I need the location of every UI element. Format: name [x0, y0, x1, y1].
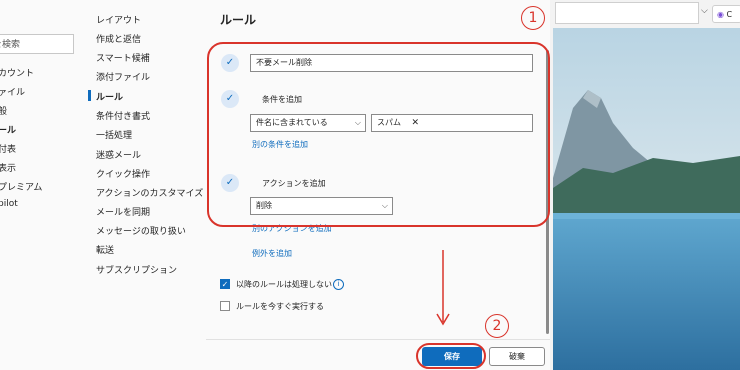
- stop-processing-label: 以降のルールは処理しない: [236, 280, 332, 289]
- info-icon[interactable]: i: [333, 279, 344, 290]
- nav-item-quick-steps[interactable]: クイック操作: [96, 167, 150, 180]
- copilot-button[interactable]: ◉ C: [712, 5, 740, 23]
- nav-item-conditional-formatting[interactable]: 条件付き書式: [96, 109, 150, 122]
- annotation-highlight-box: [207, 42, 550, 227]
- nav-active-indicator: [88, 90, 91, 101]
- stop-processing-checkbox[interactable]: ✓: [220, 279, 230, 289]
- annotation-save-highlight: [416, 343, 486, 369]
- left-item-general[interactable]: 般: [0, 104, 7, 117]
- left-item-premium[interactable]: プレミアム: [0, 180, 42, 193]
- nav-item-message-handling[interactable]: メッセージの取り扱い: [96, 224, 186, 237]
- nav-item-customize-actions[interactable]: アクションのカスタマイズ: [96, 186, 203, 199]
- nav-item-smart-suggestions[interactable]: スマート候補: [96, 51, 150, 64]
- nav-item-forwarding[interactable]: 転送: [96, 243, 114, 256]
- left-item-calendar[interactable]: 付表: [0, 142, 16, 155]
- address-bar[interactable]: [555, 2, 699, 24]
- nav-item-sync-email[interactable]: メールを同期: [96, 205, 150, 218]
- nav-item-layout[interactable]: レイアウト: [96, 13, 141, 26]
- settings-nav: レイアウト 作成と返信 スマート候補 添付ファイル ルール 条件付き書式 一括処…: [80, 0, 206, 370]
- chevron-down-icon[interactable]: ⌵: [701, 6, 708, 16]
- annotation-arrow-icon: [436, 250, 450, 326]
- nav-item-sweep[interactable]: 一括処理: [96, 128, 132, 141]
- left-item-people[interactable]: 表示: [0, 161, 16, 174]
- footer-divider: [206, 339, 550, 340]
- run-now-label: ルールを今すぐ実行する: [236, 302, 324, 311]
- left-item-mail[interactable]: ール: [0, 123, 16, 136]
- nav-item-attachments[interactable]: 添付ファイル: [96, 70, 150, 83]
- left-item-account[interactable]: カウント: [0, 66, 34, 79]
- discard-button[interactable]: 破棄: [489, 347, 545, 366]
- landscape-wallpaper: [553, 28, 740, 370]
- search-input[interactable]: を検索: [0, 34, 74, 54]
- left-item-copilot[interactable]: pilot: [0, 199, 18, 209]
- copilot-icon: ◉: [717, 10, 724, 19]
- copilot-label: C: [723, 10, 733, 19]
- page-title: ルール: [220, 13, 257, 27]
- add-exception-link[interactable]: 例外を追加: [252, 248, 292, 259]
- nav-item-rules[interactable]: ルール: [96, 90, 123, 103]
- left-item-file[interactable]: ァイル: [0, 85, 25, 98]
- nav-item-subscriptions[interactable]: サブスクリプション: [96, 263, 177, 276]
- annotation-number-2: 2: [485, 314, 509, 338]
- nav-item-junk-mail[interactable]: 迷惑メール: [96, 148, 141, 161]
- annotation-number-1: 1: [521, 6, 545, 30]
- nav-item-compose[interactable]: 作成と返信: [96, 32, 141, 45]
- run-now-checkbox[interactable]: [220, 301, 230, 311]
